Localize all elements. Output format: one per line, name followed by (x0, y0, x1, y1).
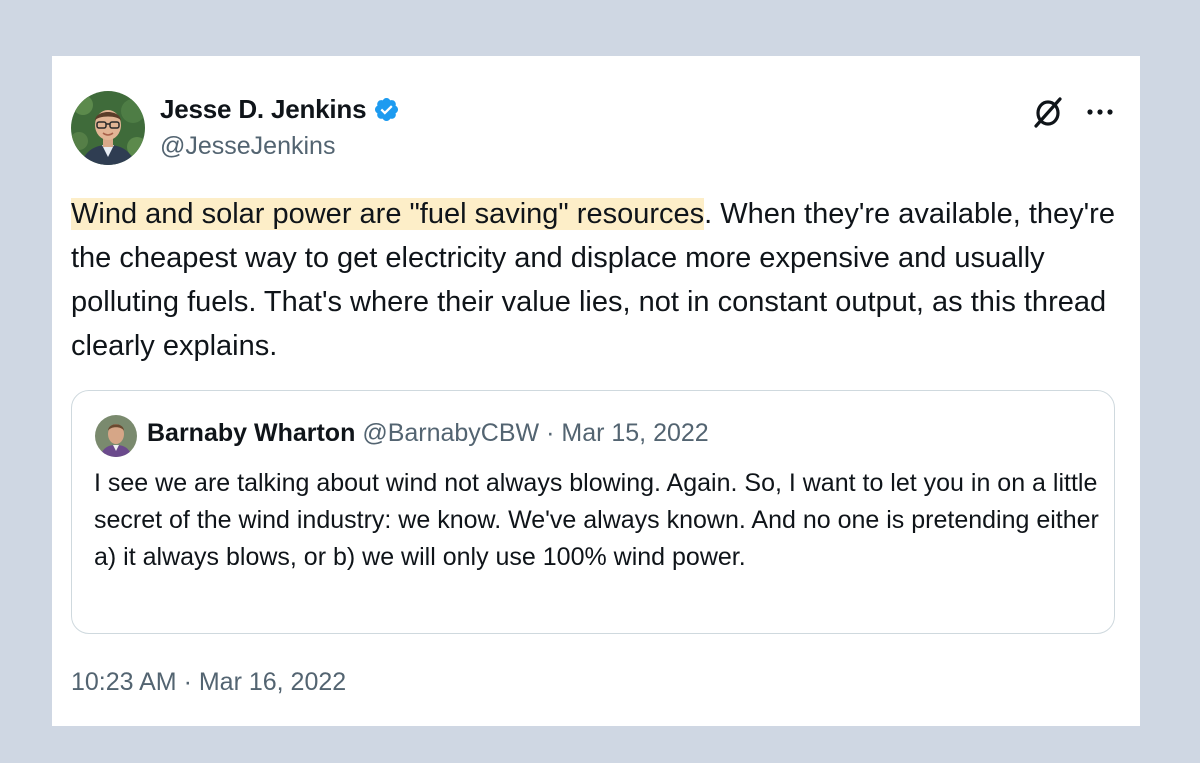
tweet-text: Wind and solar power are "fuel saving" r… (71, 192, 1121, 368)
x-logo-icon[interactable] (1030, 94, 1066, 130)
quoted-separator: · (546, 419, 555, 447)
quoted-author-name[interactable]: Barnaby Wharton (147, 419, 355, 447)
tweet-card: Jesse D. Jenkins @JesseJenkins Wind and … (52, 56, 1140, 726)
more-dots-icon[interactable] (1082, 94, 1118, 130)
tweet-timestamp[interactable]: 10:23 AM · Mar 16, 2022 (71, 668, 346, 697)
quoted-author-handle[interactable]: @BarnabyCBW (362, 419, 539, 447)
author-avatar-image (71, 91, 145, 165)
quoted-header: Barnaby Wharton @BarnabyCBW · Mar 15, 20… (147, 419, 709, 448)
quoted-author-avatar[interactable] (95, 415, 137, 457)
author-name-text[interactable]: Jesse D. Jenkins (160, 94, 367, 125)
quoted-date[interactable]: Mar 15, 2022 (561, 419, 708, 447)
highlighted-text: Wind and solar power are "fuel saving" r… (71, 198, 705, 230)
verified-badge-icon (373, 96, 400, 123)
quoted-text: I see we are talking about wind not alwa… (94, 469, 1099, 571)
quoted-avatar-image (95, 415, 137, 457)
author-avatar[interactable] (71, 91, 145, 165)
author-handle[interactable]: @JesseJenkins (160, 132, 335, 161)
author-name[interactable]: Jesse D. Jenkins (160, 94, 400, 125)
quoted-tweet[interactable]: Barnaby Wharton @BarnabyCBW · Mar 15, 20… (71, 390, 1115, 634)
